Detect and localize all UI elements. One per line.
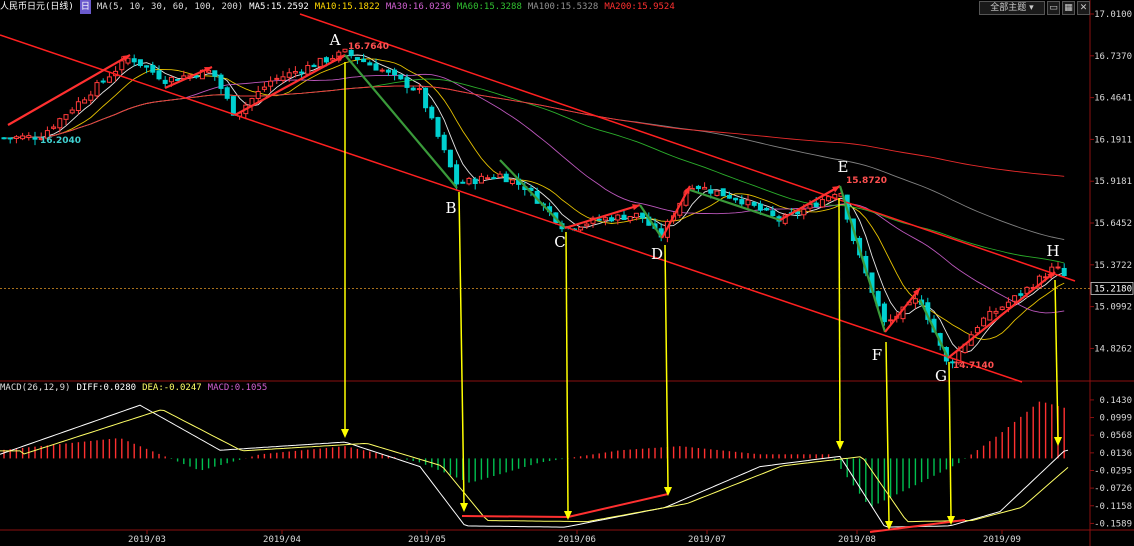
macd-tick-3: 0.0136 (1099, 449, 1132, 459)
candle-36 (224, 86, 230, 101)
macd-label: MACD(26,12,9) (0, 383, 71, 393)
current-price-tag: 15.2180 (1094, 284, 1132, 294)
ma-label: MA(5, 10, 30, 60, 100, 200) (96, 2, 244, 12)
candle-161 (999, 306, 1005, 311)
point-label-a: A (329, 31, 341, 49)
ma-value-ma100: MA100:15.5328 (527, 2, 599, 12)
point-label-e: E (838, 158, 849, 176)
ma-value-ma5: MA5:15.2592 (249, 2, 309, 12)
macd-dea: DEA:-0.0247 (142, 383, 202, 393)
chart-header: 人民币日元(日线) 日 MA(5, 10, 30, 60, 100, 200) MA5… (0, 0, 687, 14)
point-label-c: C (554, 233, 565, 251)
ma-value-ma10: MA10:15.1822 (314, 2, 380, 12)
candle-116 (720, 188, 726, 197)
ma-value-ma60: MA60:15.3288 (456, 2, 522, 12)
candle-75 (466, 176, 472, 186)
close-icon[interactable]: ✕ (1077, 1, 1090, 15)
macd-header: MACD(26,12,9) DIFF:0.0280 DEA:-0.0247 MACD:… (0, 381, 273, 395)
theme-label: 全部主题 (990, 3, 1027, 13)
time-tick-4: 2019/07 (688, 535, 726, 545)
ma-value-ma200: MA200:15.9524 (604, 2, 675, 12)
price-tick-0: 17.0100 (1094, 10, 1132, 20)
candle-28 (175, 78, 181, 81)
candle-72 (447, 149, 453, 168)
price-tick-6: 15.3722 (1094, 261, 1132, 271)
price-tick-7: 15.0992 (1094, 303, 1132, 313)
chart-stage: 17.0100 16.7370 16.4641 16.1911 15.9181 15.64… (0, 0, 1134, 546)
macd-value: MACD:0.1055 (207, 383, 268, 393)
macd-tick-2: 0.0568 (1099, 431, 1132, 441)
theme-selector[interactable]: 全部主题 ▾ (979, 1, 1045, 15)
point-label-f: F (872, 346, 882, 364)
point-label-b: B (445, 199, 456, 217)
time-tick-6: 2019/09 (983, 535, 1021, 545)
price-tick-2: 16.4641 (1094, 94, 1132, 104)
point-label-g: G (935, 367, 947, 385)
candle-126 (782, 212, 788, 226)
candle-55 (342, 48, 348, 53)
candle-115 (714, 190, 720, 197)
ma-values: MA5:15.2592 MA10:15.1822 MA30:16.0236 MA60:… (249, 2, 681, 12)
low-annotation: 16.2040 (40, 136, 81, 146)
macd-diff: DIFF:0.0280 (76, 383, 137, 393)
time-tick-5: 2019/08 (838, 535, 876, 545)
macd-tick-7: -0.1589 (1094, 519, 1132, 529)
ma-value-ma30: MA30:16.0236 (385, 2, 451, 12)
macd-tick-6: -0.1158 (1094, 502, 1132, 512)
period-badge[interactable]: 日 (79, 0, 91, 14)
price-tick-8: 14.8262 (1094, 344, 1132, 354)
point-price-g: 14.7140 (953, 361, 994, 371)
macd-tick-0: 0.1430 (1099, 396, 1132, 406)
candle-158 (981, 316, 987, 327)
time-tick-1: 2019/04 (263, 535, 301, 545)
chart-title: 人民币日元(日线) (0, 2, 74, 12)
candle-0 (1, 137, 7, 140)
price-tick-5: 15.6452 (1094, 219, 1132, 229)
price-tick-3: 16.1911 (1094, 135, 1132, 145)
macd-tick-5: -0.0726 (1094, 484, 1132, 494)
macd-tick-1: 0.0999 (1099, 414, 1132, 424)
candle-69 (429, 105, 435, 120)
chevron-down-icon: ▾ (1029, 3, 1034, 13)
macd-trend-0 (461, 515, 569, 518)
time-tick-3: 2019/06 (558, 535, 596, 545)
candle-70 (435, 116, 441, 139)
minimize-icon[interactable]: ▭ (1047, 1, 1060, 15)
time-tick-0: 2019/03 (128, 535, 166, 545)
grid-icon[interactable]: ▦ (1062, 1, 1075, 15)
point-price-e: 15.8720 (846, 176, 887, 186)
price-tick-4: 15.9181 (1094, 177, 1132, 187)
price-tick-1: 16.7370 (1094, 52, 1132, 62)
candle-64 (398, 74, 404, 81)
point-price-a: 16.7640 (348, 42, 389, 52)
candle-37 (230, 96, 236, 116)
time-tick-2: 2019/05 (408, 535, 446, 545)
point-label-d: D (651, 245, 663, 263)
candle-15 (94, 79, 100, 99)
candle-71 (441, 132, 447, 153)
macd-tick-4: -0.0295 (1094, 466, 1132, 476)
point-label-h: H (1046, 242, 1059, 260)
